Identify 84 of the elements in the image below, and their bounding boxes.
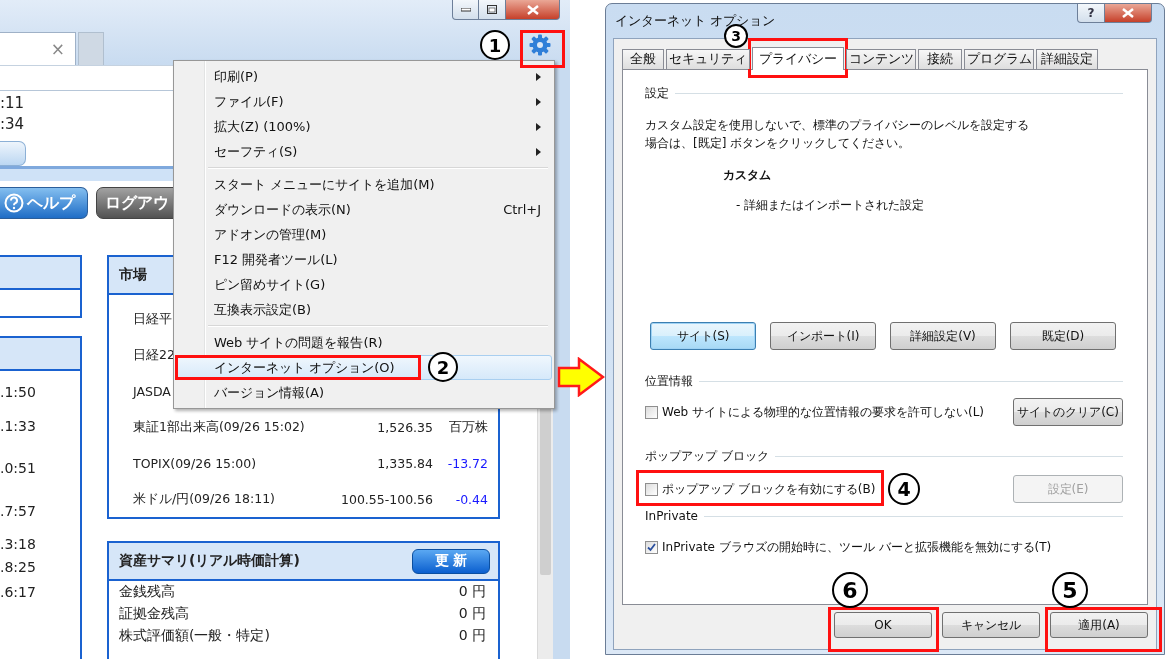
group-title: 設定: [645, 84, 669, 102]
dialog-button[interactable]: キャンセル: [942, 612, 1040, 638]
menu-item[interactable]: 拡大(Z) (100%): [176, 114, 552, 139]
checkbox[interactable]: [645, 405, 658, 419]
time-text: .1:50: [0, 383, 36, 401]
asset-value: 0 円: [458, 583, 486, 601]
market-name: 日経平: [133, 310, 172, 328]
tab[interactable]: 詳細設定: [1036, 49, 1098, 69]
market-name: 米ドル/円(09/26 18:11): [133, 490, 275, 508]
minimize-icon: [460, 7, 471, 12]
settings-icon[interactable]: [529, 34, 551, 56]
description-text: カスタム設定を使用しないで、標準のプライバシーのレベルを設定する場合は、[既定] ボタンをクリックしてください。: [645, 117, 1030, 152]
time-text: :11: [0, 93, 25, 114]
market-value: 1,526.35: [377, 419, 433, 435]
dialog-button[interactable]: サイト(S): [650, 322, 756, 350]
menu-item[interactable]: 印刷(P): [176, 64, 552, 89]
asset-name: 金銭残高: [119, 583, 175, 601]
market-name: JASDA: [133, 383, 171, 399]
menu-item[interactable]: セーフティ(S): [176, 139, 552, 164]
tab[interactable]: 全般: [622, 49, 664, 69]
tab[interactable]: コンテンツ: [846, 49, 916, 69]
menu-item[interactable]: バージョン情報(A): [176, 380, 552, 405]
time-text: .1:33: [0, 417, 36, 435]
asset-name: 株式評価額(一般・特定): [119, 627, 270, 645]
dialog-button[interactable]: 適用(A): [1050, 612, 1148, 638]
panel-title: 資産サマリ(リアル時価計算): [119, 552, 300, 570]
close-icon: [1122, 8, 1134, 18]
help-button[interactable]: ?: [1077, 4, 1105, 23]
dialog-button[interactable]: サイトのクリア(C): [1013, 398, 1123, 426]
market-value: 100.55-100.56: [341, 491, 433, 507]
time-text: :34: [0, 114, 25, 135]
group-title: ポップアップ ブロック: [645, 447, 769, 465]
tab[interactable]: プログラム: [964, 49, 1034, 69]
asset-value: 0 円: [458, 627, 486, 645]
dialog-button[interactable]: 詳細設定(V): [890, 322, 996, 350]
market-name: 東証1部出来高(09/26 15:02): [133, 418, 305, 436]
unit-label: 百万株: [448, 418, 488, 436]
tab[interactable]: 接続: [918, 49, 962, 69]
right-arrow-icon: [557, 357, 605, 397]
time-text: .3:18: [0, 535, 36, 553]
panel-title: 市場: [119, 266, 147, 284]
help-icon: [4, 193, 24, 213]
menu-item[interactable]: Web サイトの問題を報告(R): [176, 330, 552, 355]
menu-item[interactable]: F12 開発者ツール(L): [176, 247, 552, 272]
highlight-frame: [520, 30, 565, 68]
browser-tab[interactable]: ×: [0, 32, 76, 65]
asset-name: 証拠金残高: [119, 605, 189, 623]
group-title: 位置情報: [645, 372, 693, 390]
checkbox[interactable]: [645, 540, 658, 554]
asset-value: 0 円: [458, 605, 486, 623]
time-text: .0:51: [0, 459, 36, 477]
time-text: .8:25: [0, 558, 36, 576]
checkbox-label[interactable]: Web サイトによる物理的な位置情報の要求を許可しない(L): [662, 403, 985, 421]
change-value: -13.72: [446, 455, 488, 471]
menu-item[interactable]: ファイル(F): [176, 89, 552, 114]
time-text: .7:57: [0, 502, 36, 520]
market-name: 日経22: [133, 346, 175, 364]
refresh-button[interactable]: 更 新: [412, 548, 490, 574]
tab-close-button[interactable]: ×: [50, 39, 65, 59]
dialog-button[interactable]: OK: [834, 612, 932, 638]
time-text: .6:17: [0, 583, 36, 601]
maximize-icon: [487, 5, 497, 14]
minimize-button[interactable]: [452, 0, 479, 20]
change-value: -0.44: [454, 491, 488, 507]
tab[interactable]: セキュリティ: [666, 49, 750, 69]
privacy-level: カスタム: [723, 167, 772, 184]
close-button[interactable]: [1105, 4, 1152, 23]
menu-item[interactable]: アドオンの管理(M): [176, 222, 552, 247]
close-button[interactable]: [506, 0, 560, 20]
dialog-button[interactable]: 既定(D): [1010, 322, 1116, 350]
checkbox-label[interactable]: InPrivate ブラウズの開始時に、ツール バーと拡張機能を無効にする(T): [662, 538, 1052, 556]
menu-item[interactable]: 互換表示設定(B): [176, 297, 552, 322]
market-value: 1,335.84: [377, 455, 433, 471]
menu-item[interactable]: ピン留めサイト(G): [176, 272, 552, 297]
group-title: InPrivate: [645, 509, 698, 523]
market-name: TOPIX(09/26 15:00): [133, 455, 257, 471]
page-button[interactable]: [0, 141, 26, 166]
maximize-button[interactable]: [479, 0, 506, 20]
checkbox[interactable]: [645, 482, 658, 496]
checkbox-label[interactable]: ポップアップ ブロックを有効にする(B): [662, 480, 876, 498]
tab[interactable]: プライバシー: [752, 47, 844, 70]
close-icon: [526, 4, 539, 15]
level-detail: - 詳細またはインポートされた設定: [736, 197, 926, 214]
dialog-button[interactable]: インポート(I): [770, 322, 876, 350]
